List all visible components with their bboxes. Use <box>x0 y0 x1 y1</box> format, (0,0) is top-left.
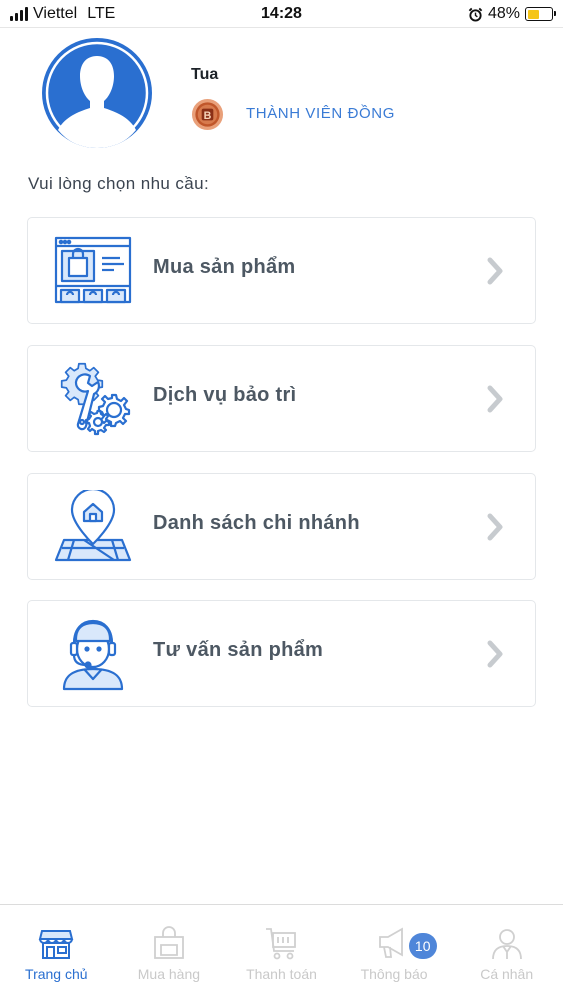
option-label: Mua sản phẩm <box>153 256 296 278</box>
support-agent-icon <box>62 619 124 691</box>
wrench-gears-icon <box>60 362 131 436</box>
nav-label: Thông báo <box>360 966 428 982</box>
member-level[interactable]: THÀNH VIÊN ĐỒNG <box>246 105 395 122</box>
section-prompt: Vui lòng chọn nhu cầu: <box>28 174 210 193</box>
cart-icon <box>266 928 297 960</box>
option-label: Tư vấn sản phẩm <box>153 639 324 661</box>
chevron-right-icon <box>487 640 503 668</box>
option-label: Dịch vụ bảo trì <box>153 384 297 406</box>
bottom-nav: Trang chủ Mua hàng Thanh toán 10 Thông b… <box>0 904 563 1000</box>
option-maintenance-service[interactable]: Dịch vụ bảo trì <box>27 345 536 452</box>
nav-payment[interactable]: Thanh toán <box>225 905 338 1000</box>
alarm-clock-icon <box>468 7 483 22</box>
notification-count-badge: 10 <box>408 933 437 959</box>
nav-label: Cá nhân <box>480 966 534 982</box>
battery-icon <box>525 7 556 21</box>
nav-home[interactable]: Trang chủ <box>0 905 113 1000</box>
chevron-right-icon <box>487 385 503 413</box>
person-icon <box>491 929 522 960</box>
user-silhouette-icon <box>45 41 149 148</box>
nav-notifications[interactable]: 10 Thông báo <box>338 905 451 1000</box>
user-name: Tua <box>191 66 219 83</box>
option-branch-list[interactable]: Danh sách chi nhánh <box>27 473 536 580</box>
chevron-right-icon <box>487 513 503 541</box>
option-label: Danh sách chi nhánh <box>153 512 360 534</box>
battery-fill <box>527 9 539 19</box>
map-pin-icon <box>54 490 132 562</box>
shopping-bag-icon <box>153 926 184 959</box>
svg-text:B: B <box>204 110 212 122</box>
option-buy-products[interactable]: Mua sản phẩm <box>27 217 536 324</box>
nav-label: Mua hàng <box>137 966 201 982</box>
status-right: 48% <box>468 5 556 23</box>
nav-purchase[interactable]: Mua hàng <box>113 905 226 1000</box>
nav-label: Thanh toán <box>246 966 317 982</box>
storefront-icon <box>39 930 74 959</box>
online-store-icon <box>54 236 132 304</box>
chevron-right-icon <box>487 257 503 285</box>
avatar[interactable] <box>42 38 152 148</box>
battery-percent: 48% <box>487 5 520 22</box>
status-bar: Viettel LTE 14:28 48% <box>0 0 563 28</box>
nav-profile[interactable]: Cá nhân <box>450 905 563 1000</box>
megaphone-icon <box>379 927 403 958</box>
option-product-consulting[interactable]: Tư vấn sản phẩm <box>27 600 536 707</box>
nav-label: Trang chủ <box>25 966 88 982</box>
bronze-member-badge-icon: B <box>191 98 224 131</box>
